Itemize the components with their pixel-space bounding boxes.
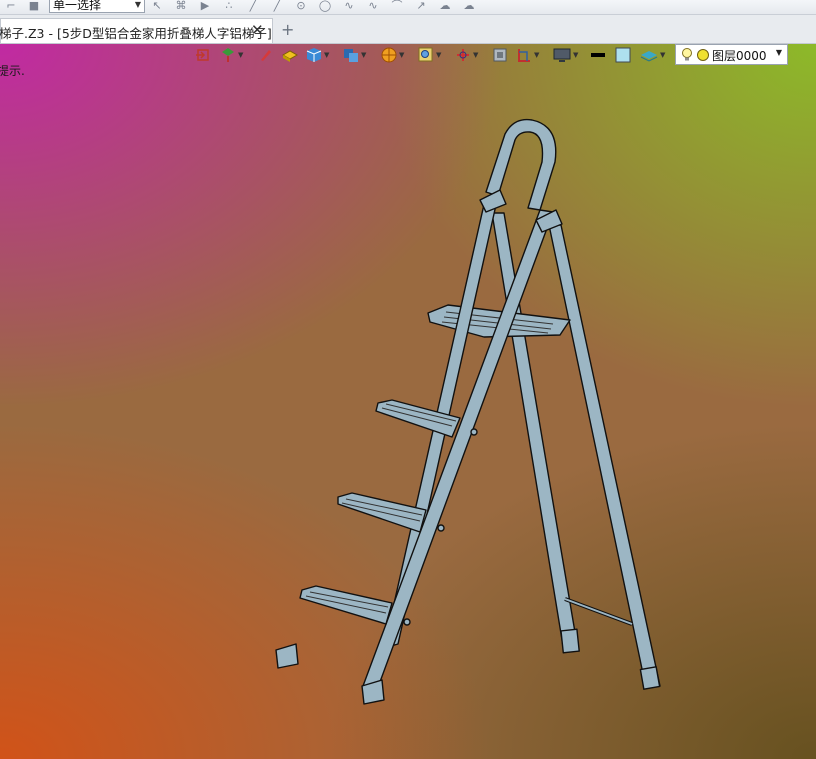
rivet [437, 524, 445, 532]
pick-icon[interactable]: ↖ [150, 0, 164, 12]
stop-icon[interactable]: ■ [27, 0, 41, 12]
play-icon[interactable]: ▶ [198, 0, 212, 12]
front-rail-right [362, 209, 554, 691]
rivet [470, 428, 478, 436]
pointer-icon[interactable]: ↗ [414, 0, 428, 12]
point-icon[interactable]: ∴ [222, 0, 236, 12]
document-tab-title: 梯子.Z3 - [5步D型铝合金家用折叠梯人字铝梯子] [0, 26, 272, 41]
trim-icon[interactable]: ∿ [366, 0, 380, 12]
rear-foot-left [560, 628, 580, 654]
circle-icon[interactable]: ⊙ [294, 0, 308, 12]
add-tab-icon[interactable]: + [281, 20, 294, 39]
rear-foot-right [639, 666, 661, 690]
chevron-down-icon: ▼ [134, 0, 141, 9]
front-foot-left [275, 643, 299, 669]
settings-icon[interactable]: ☁ [462, 0, 476, 12]
selection-mode-dropdown[interactable]: 单一选择 ▼ [49, 0, 145, 13]
rivet [403, 618, 411, 626]
close-icon[interactable]: ✕ [251, 21, 264, 39]
arc-icon[interactable]: ╱ [270, 0, 284, 12]
arc-tool-icon[interactable]: ⌒ [390, 0, 404, 12]
top-toolbar: ⌐ ■ 单一选择 ▼ ↖ ⌘ ▶ ∴ ╱ ╱ ⊙ ◯ ∿ ∿ ⌒ ↗ ☁ ☁ [0, 0, 816, 15]
document-tab[interactable]: 梯子.Z3 - [5步D型铝合金家用折叠梯人字铝梯子] ✕ [0, 18, 273, 43]
curve-icon[interactable]: ◯ [318, 0, 332, 12]
ladder-model[interactable] [0, 44, 816, 759]
sketch-icon[interactable]: ⌐ [4, 0, 18, 12]
document-tab-bar: 梯子.Z3 - [5步D型铝合金家用折叠梯人字铝梯子] ✕ + [0, 15, 816, 44]
rear-crossbar-face [564, 598, 633, 625]
app-window: ⌐ ■ 单一选择 ▼ ↖ ⌘ ▶ ∴ ╱ ╱ ⊙ ◯ ∿ ∿ ⌒ ↗ ☁ ☁ 梯… [0, 0, 816, 759]
3d-viewport[interactable]: 提示. ▼ ▼ ▼ ▼ ▼ ▼ ▼ ▼ ▼ 图层0000 ▼ [0, 44, 816, 759]
line-icon[interactable]: ╱ [246, 0, 260, 12]
spline-icon[interactable]: ∿ [342, 0, 356, 12]
cloud-icon[interactable]: ☁ [438, 0, 452, 12]
selection-mode-value: 单一选择 [53, 0, 102, 12]
filter-icon[interactable]: ⌘ [174, 0, 188, 12]
hinge-plate-left [479, 189, 507, 213]
